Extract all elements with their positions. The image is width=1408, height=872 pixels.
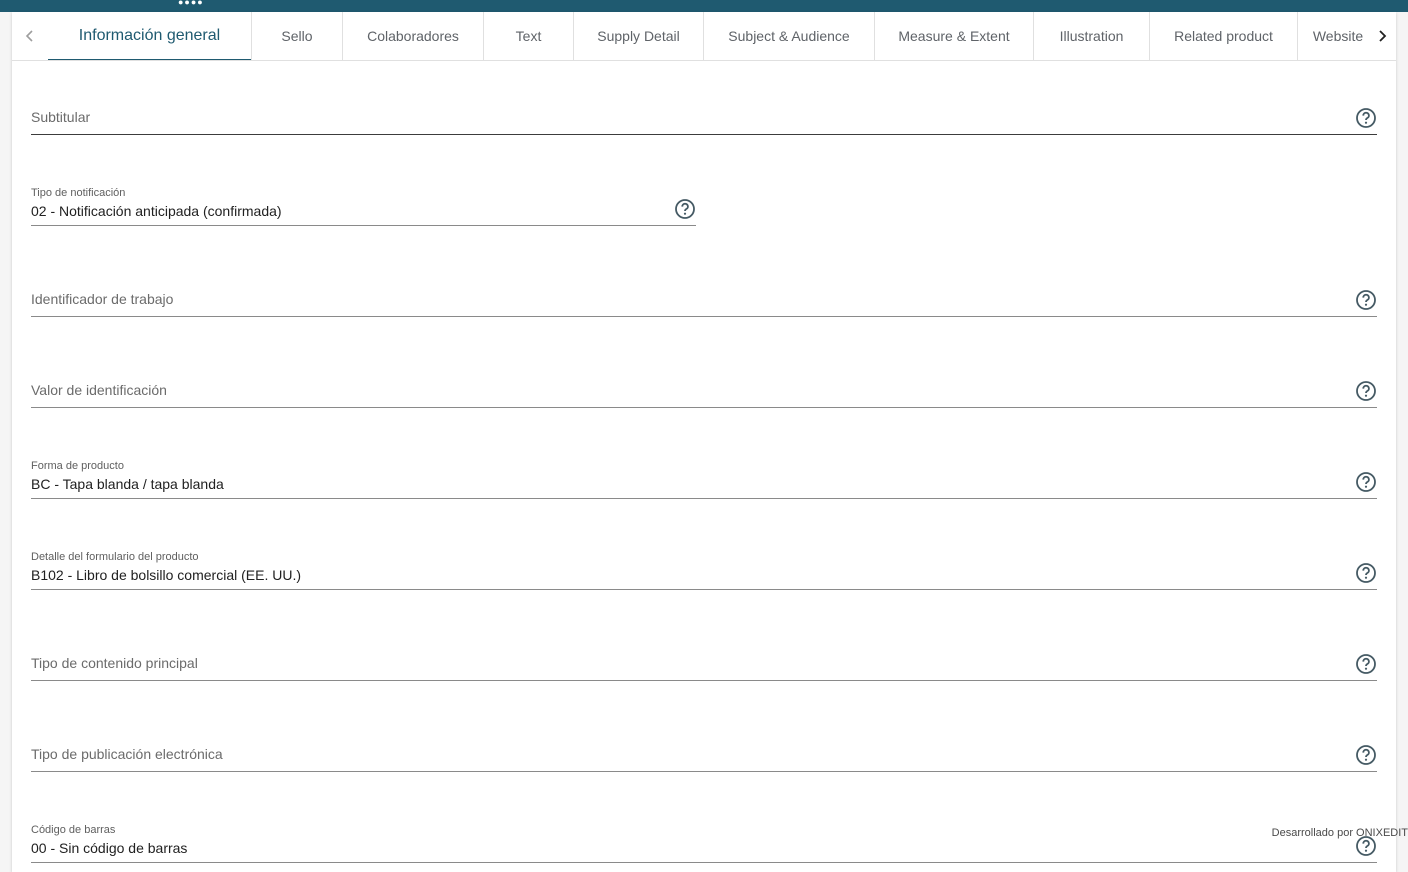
chevron-right-icon[interactable] <box>1368 12 1396 60</box>
app-logo-fragment: ●●●● <box>178 0 204 7</box>
help-circle-icon[interactable] <box>1355 653 1377 675</box>
primary-content-type-placeholder: Tipo de contenido principal <box>31 655 198 671</box>
product-form-detail-label: Detalle del formulario del producto <box>31 551 199 563</box>
footer-credit: Desarrollado por ONIXEDIT <box>1271 827 1408 839</box>
tab-sello[interactable]: Sello <box>252 12 343 60</box>
product-form-value: BC - Tapa blanda / tapa blanda <box>31 476 224 492</box>
help-circle-icon[interactable] <box>1355 744 1377 766</box>
id-value-field[interactable]: Valor de identificación <box>31 368 1377 408</box>
help-circle-icon[interactable] <box>674 198 696 220</box>
barcode-label: Código de barras <box>31 824 116 836</box>
epub-type-placeholder: Tipo de publicación electrónica <box>31 746 223 762</box>
product-form-card: Información general Sello Colaboradores … <box>12 12 1396 872</box>
product-form-detail-select[interactable]: Detalle del formulario del producto B102… <box>31 550 1377 590</box>
tab-colaboradores[interactable]: Colaboradores <box>343 12 484 60</box>
tab-subject-audience[interactable]: Subject & Audience <box>704 12 875 60</box>
tab-supply-detail[interactable]: Supply Detail <box>574 12 704 60</box>
app-top-bar: ●●●● <box>0 0 1408 12</box>
work-identifier-placeholder: Identificador de trabajo <box>31 291 174 307</box>
product-form-detail-value: B102 - Libro de bolsillo comercial (EE. … <box>31 567 301 583</box>
barcode-select[interactable]: Código de barras 00 - Sin código de barr… <box>31 823 1377 863</box>
tab-bar: Información general Sello Colaboradores … <box>12 12 1396 61</box>
help-circle-icon[interactable] <box>1355 471 1377 493</box>
epub-type-select[interactable]: Tipo de publicación electrónica <box>31 732 1377 772</box>
chevron-left-icon[interactable] <box>12 12 48 60</box>
notification-type-select[interactable]: Tipo de notificación 02 - Notificación a… <box>31 186 696 226</box>
id-value-placeholder: Valor de identificación <box>31 382 167 398</box>
subtitle-placeholder: Subtitular <box>31 109 91 125</box>
help-circle-icon[interactable] <box>1355 289 1377 311</box>
help-circle-icon[interactable] <box>1355 107 1377 129</box>
tab-informacion-general[interactable]: Información general <box>48 12 252 60</box>
barcode-value: 00 - Sin código de barras <box>31 840 188 856</box>
work-identifier-field[interactable]: Identificador de trabajo <box>31 277 1377 317</box>
tab-related-product[interactable]: Related product <box>1150 12 1298 60</box>
product-form-label: Forma de producto <box>31 460 124 472</box>
notification-type-label: Tipo de notificación <box>31 187 126 199</box>
tab-measure-extent[interactable]: Measure & Extent <box>875 12 1034 60</box>
help-circle-icon[interactable] <box>1355 380 1377 402</box>
notification-type-value: 02 - Notificación anticipada (confirmada… <box>31 203 282 219</box>
subtitle-field[interactable]: Subtitular <box>31 95 1377 135</box>
product-form-select[interactable]: Forma de producto BC - Tapa blanda / tap… <box>31 459 1377 499</box>
tab-illustration[interactable]: Illustration <box>1034 12 1150 60</box>
primary-content-type-select[interactable]: Tipo de contenido principal <box>31 641 1377 681</box>
tab-text[interactable]: Text <box>484 12 574 60</box>
help-circle-icon[interactable] <box>1355 562 1377 584</box>
